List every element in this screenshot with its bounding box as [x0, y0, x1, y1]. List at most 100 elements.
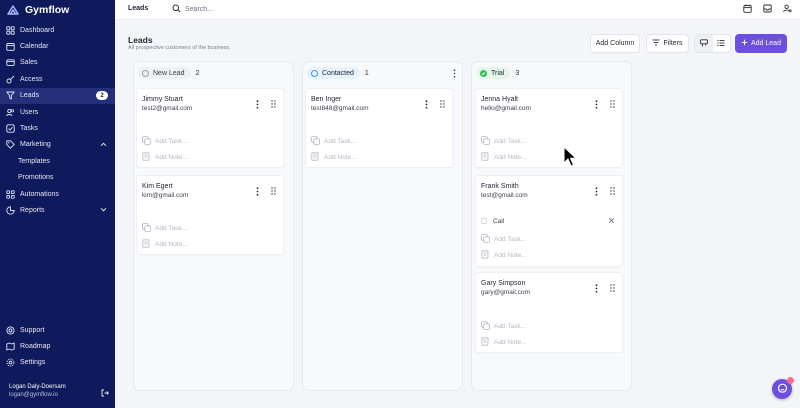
- sidebar-item-promotions[interactable]: Promotions: [0, 170, 115, 186]
- sidebar-item-label: Users: [20, 108, 39, 116]
- add-note-button[interactable]: Add Note...: [311, 152, 357, 163]
- sidebar-item-settings[interactable]: Settings: [0, 355, 115, 371]
- sidebar-item-tasks[interactable]: Tasks: [0, 120, 115, 136]
- lead-name: Jenna Hyalt: [481, 96, 518, 103]
- list-view-button[interactable]: [713, 35, 731, 52]
- lead-card[interactable]: Kim Egert kim@gmail.com Add Task... Add …: [136, 175, 284, 255]
- add-note-button[interactable]: Add Note...: [481, 250, 527, 261]
- drag-handle-icon[interactable]: [610, 284, 615, 294]
- sidebar-item-marketing[interactable]: Marketing: [0, 137, 115, 153]
- chevron-up-icon[interactable]: [100, 141, 107, 150]
- sidebar-item-sales[interactable]: Sales: [0, 55, 115, 71]
- sidebar-item-access[interactable]: Access: [0, 71, 115, 87]
- brand[interactable]: Gymflow: [0, 0, 115, 20]
- add-note-label: Add Note...: [155, 154, 188, 161]
- logout-icon[interactable]: [101, 389, 109, 399]
- sidebar-item-label: Leads: [20, 92, 40, 100]
- more-options-icon[interactable]: [256, 187, 259, 198]
- sidebar-item-label: Support: [20, 326, 45, 334]
- add-note-label: Add Note...: [494, 252, 527, 259]
- add-task-button[interactable]: Add Task...: [481, 234, 526, 245]
- add-note-icon: [142, 152, 151, 163]
- status-dot-icon: [311, 69, 318, 77]
- add-note-button[interactable]: Add Note...: [142, 152, 188, 163]
- sidebar-item-templates[interactable]: Templates: [0, 153, 115, 169]
- lead-email: test2@gmail.com: [142, 105, 193, 112]
- more-options-icon[interactable]: [595, 100, 598, 111]
- drag-handle-icon[interactable]: [271, 187, 276, 197]
- add-task-button[interactable]: Add Task...: [481, 136, 526, 147]
- sidebar-item-automations[interactable]: Automations: [0, 186, 115, 202]
- add-note-icon: [142, 239, 151, 250]
- add-note-icon: [481, 152, 490, 163]
- chat-button[interactable]: [772, 377, 794, 399]
- column-title: Contacted: [322, 69, 354, 77]
- task-item[interactable]: Call: [481, 216, 619, 226]
- lead-email: test@gmail.com: [481, 192, 528, 199]
- add-note-icon: [481, 337, 490, 348]
- status-badge[interactable]: Contacted: [307, 67, 360, 79]
- add-note-button[interactable]: Add Note...: [142, 239, 188, 250]
- sidebar-item-support[interactable]: Support: [0, 322, 115, 338]
- search-input[interactable]: Search...: [172, 4, 213, 15]
- support-icon: [6, 326, 15, 335]
- lead-email: hello@gmail.com: [481, 105, 531, 112]
- add-task-icon: [481, 321, 490, 332]
- drag-handle-icon[interactable]: [610, 100, 615, 110]
- sidebar-item-reports[interactable]: Reports: [0, 202, 115, 218]
- board-view-button[interactable]: [695, 35, 713, 52]
- lead-card[interactable]: Jenna Hyalt hello@gmail.com Add Task... …: [475, 88, 623, 168]
- add-column-label: Add Column: [595, 40, 635, 47]
- add-lead-button[interactable]: Add Lead: [735, 34, 787, 53]
- calendar-icon[interactable]: [743, 4, 752, 15]
- close-icon[interactable]: [608, 217, 615, 226]
- add-task-button[interactable]: Add Task...: [481, 321, 526, 332]
- status-badge[interactable]: New Lead: [138, 67, 191, 79]
- sidebar-item-users[interactable]: Users: [0, 104, 115, 120]
- status-badge[interactable]: Trial: [476, 67, 511, 79]
- more-options-icon[interactable]: [595, 284, 598, 295]
- more-options-icon[interactable]: [425, 100, 428, 111]
- add-column-button[interactable]: Add Column: [590, 34, 640, 53]
- sidebar-item-calendar[interactable]: Calendar: [0, 38, 115, 54]
- user-settings-icon[interactable]: [783, 4, 792, 15]
- add-task-button[interactable]: Add Task...: [142, 223, 187, 234]
- sidebar-nav: Dashboard Calendar Sales Access Leads 2 …: [0, 22, 115, 219]
- drag-handle-icon[interactable]: [271, 100, 276, 110]
- add-note-button[interactable]: Add Note...: [481, 337, 527, 348]
- add-task-button[interactable]: Add Task...: [311, 136, 356, 147]
- lead-card[interactable]: Gary Simpson gary@gmail.com Add Task... …: [475, 272, 623, 353]
- drag-handle-icon[interactable]: [610, 187, 615, 197]
- sidebar-item-dashboard[interactable]: Dashboard: [0, 22, 115, 38]
- automation-icon: [6, 189, 15, 199]
- user-profile[interactable]: Logan Daly-Doersam logan@gymflow.io: [9, 384, 109, 398]
- lead-card[interactable]: Ben Inger test848@gmail.com Add Task... …: [305, 88, 453, 168]
- add-task-button[interactable]: Add Task...: [142, 136, 187, 147]
- reports-icon: [6, 206, 15, 215]
- filters-button[interactable]: Filters: [646, 34, 689, 53]
- sidebar-item-label: Sales: [20, 59, 38, 67]
- chevron-down-icon[interactable]: [100, 206, 107, 215]
- mouse-cursor-icon: [563, 146, 577, 170]
- lead-card[interactable]: Jimmy Stuart test2@gmail.com Add Task...…: [136, 88, 284, 168]
- sidebar-item-label: Settings: [20, 359, 46, 367]
- column-title: Trial: [491, 69, 505, 77]
- sidebar-item-roadmap[interactable]: Roadmap: [0, 338, 115, 354]
- inbox-icon[interactable]: [763, 4, 772, 15]
- add-note-button[interactable]: Add Note...: [481, 152, 527, 163]
- column-count: 2: [195, 69, 200, 77]
- task-checkbox[interactable]: [481, 218, 487, 224]
- column-header: Trial 3: [476, 67, 519, 79]
- sidebar-bottom-nav: Support Roadmap Settings: [0, 322, 115, 371]
- sidebar-item-label: Templates: [18, 157, 50, 165]
- lead-card[interactable]: Frank Smith test@gmail.com Call Add Task…: [475, 175, 623, 267]
- column-new-lead: New Lead 2 Jimmy Stuart test2@gmail.com …: [133, 61, 294, 391]
- drag-handle-icon[interactable]: [440, 100, 445, 110]
- sidebar-item-leads[interactable]: Leads 2: [0, 87, 115, 104]
- page-title: Leads: [128, 35, 153, 45]
- add-task-icon: [481, 234, 490, 245]
- calendar-icon: [6, 42, 15, 51]
- more-options-icon[interactable]: [256, 100, 259, 111]
- more-options-icon[interactable]: [595, 187, 598, 198]
- column-options-icon[interactable]: [453, 69, 456, 80]
